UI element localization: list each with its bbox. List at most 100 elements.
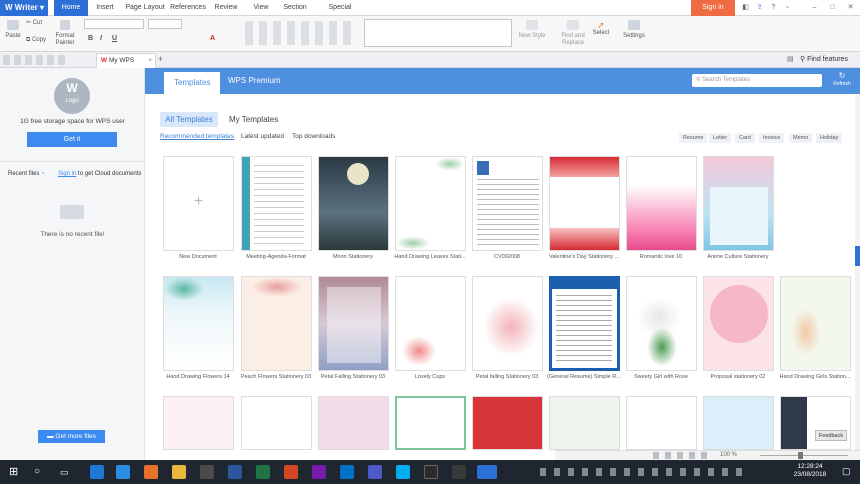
refresh-button[interactable]: ↻ Refresh xyxy=(830,71,854,87)
tag-invoice[interactable]: Invoice xyxy=(759,133,785,143)
template-card[interactable] xyxy=(318,156,389,251)
tab-references[interactable]: References xyxy=(168,0,208,16)
template-card[interactable] xyxy=(163,396,234,450)
find-replace-button[interactable]: Find and Replace xyxy=(558,20,588,47)
template-card[interactable] xyxy=(626,396,697,450)
format-painter-button[interactable]: Format Painter xyxy=(54,20,76,47)
tab-templates[interactable]: Templates xyxy=(164,72,221,94)
template-card[interactable] xyxy=(395,156,466,251)
tab-all-templates[interactable]: All Templates xyxy=(160,112,218,127)
tab-view[interactable]: View xyxy=(248,0,274,16)
zoom-slider[interactable] xyxy=(760,452,848,459)
copy-button[interactable]: ⧉ Copy xyxy=(26,37,46,44)
settings-button[interactable]: Settings xyxy=(620,20,648,40)
template-card[interactable] xyxy=(549,276,620,371)
underline-button[interactable]: U xyxy=(112,35,117,42)
clock[interactable]: 12:28:24 23/08/2018 xyxy=(787,463,833,479)
filter-recommended[interactable]: Recommended templates xyxy=(160,133,234,140)
tag-card[interactable]: Card xyxy=(735,133,755,143)
new-style-button[interactable]: New Style xyxy=(516,20,548,40)
font-size-select[interactable] xyxy=(148,19,182,29)
filter-latest[interactable]: Latest updated xyxy=(241,133,284,140)
template-card[interactable] xyxy=(318,276,389,371)
minimize-icon[interactable]: – xyxy=(810,3,819,12)
cut-button[interactable]: ✂ Cut xyxy=(26,20,42,27)
template-card[interactable] xyxy=(241,156,312,251)
template-card[interactable] xyxy=(549,156,620,251)
paste-button[interactable]: Paste xyxy=(4,20,22,40)
search-templates-input[interactable]: ⚲ Search Templates xyxy=(692,74,822,87)
bold-button[interactable]: B xyxy=(88,35,93,42)
edge-icon[interactable] xyxy=(90,465,104,479)
feedback-button[interactable]: Feedback xyxy=(815,430,847,441)
tab-special-features[interactable]: Special Features xyxy=(314,0,366,27)
excel-icon[interactable] xyxy=(256,465,270,479)
template-card[interactable] xyxy=(780,396,851,450)
zoom-slider-thumb[interactable] xyxy=(798,452,803,459)
get-it-button[interactable]: Get it xyxy=(27,132,117,147)
sign-in-button[interactable]: Sign in xyxy=(691,0,735,16)
filter-top-downloads[interactable]: Top downloads xyxy=(292,133,335,140)
template-card[interactable] xyxy=(241,396,312,450)
tab-page-layout[interactable]: Page Layout xyxy=(124,0,166,16)
new-tab-button[interactable]: + xyxy=(158,54,163,64)
template-card[interactable] xyxy=(626,156,697,251)
template-card[interactable] xyxy=(472,276,543,371)
quick-access-toolbar[interactable] xyxy=(3,55,69,65)
tab-my-wps[interactable]: W My WPS × xyxy=(96,53,156,68)
cloud-signin-link[interactable]: Sign in xyxy=(58,171,76,177)
font-name-select[interactable] xyxy=(84,19,144,29)
skype-icon[interactable] xyxy=(396,465,410,479)
template-card[interactable] xyxy=(703,276,774,371)
system-tray-icons[interactable] xyxy=(540,468,750,476)
view-mode-buttons[interactable] xyxy=(653,452,713,459)
italic-button[interactable]: I xyxy=(100,35,102,42)
tab-wps-premium[interactable]: WPS Premium xyxy=(218,68,290,94)
template-scrollbar[interactable] xyxy=(855,94,860,450)
tag-resume[interactable]: Resume xyxy=(679,133,708,143)
notifications-icon[interactable]: ▢ xyxy=(842,466,851,477)
template-card[interactable] xyxy=(318,396,389,450)
outlook-icon[interactable] xyxy=(340,465,354,479)
template-card[interactable] xyxy=(163,276,234,371)
search-icon[interactable]: ○ xyxy=(34,465,48,479)
store-icon[interactable] xyxy=(200,465,214,479)
notion-icon[interactable] xyxy=(424,465,438,479)
scrollbar-thumb[interactable] xyxy=(855,246,860,266)
template-card[interactable] xyxy=(780,276,851,371)
teams-icon[interactable] xyxy=(368,465,382,479)
tab-review[interactable]: Review xyxy=(210,0,242,16)
close-window-icon[interactable]: ✕ xyxy=(846,3,855,12)
skin-icon[interactable]: ◧ xyxy=(741,3,750,12)
windows-start-icon[interactable]: ⊞ xyxy=(9,465,23,479)
tab-home[interactable]: Home xyxy=(54,0,88,16)
tab-section[interactable]: Section xyxy=(280,0,310,16)
menu-icon[interactable]: ▤ xyxy=(787,55,794,63)
get-more-files-button[interactable]: ▬ Get more files xyxy=(38,430,105,443)
word-icon[interactable] xyxy=(228,465,242,479)
app-menu-button[interactable]: W Writer ▾ xyxy=(0,0,48,16)
share-icon[interactable]: ⇪ xyxy=(755,3,764,12)
app-icon[interactable] xyxy=(452,465,466,479)
template-card[interactable] xyxy=(472,156,543,251)
template-card[interactable] xyxy=(549,396,620,450)
template-card[interactable] xyxy=(703,156,774,251)
template-card[interactable] xyxy=(395,276,466,371)
close-tab-icon[interactable]: × xyxy=(148,54,152,68)
file-explorer-icon[interactable] xyxy=(172,465,186,479)
paragraph-tools[interactable] xyxy=(245,21,355,45)
tag-memo[interactable]: Memo xyxy=(789,133,813,143)
tag-letter[interactable]: Letter xyxy=(709,133,732,143)
maximize-icon[interactable]: □ xyxy=(828,3,837,12)
ie-icon[interactable] xyxy=(116,465,130,479)
tag-holiday[interactable]: Holiday xyxy=(816,133,843,143)
wps-writer-taskbar-icon[interactable] xyxy=(477,465,497,479)
avatar[interactable]: W Logo xyxy=(54,78,90,114)
new-document-card[interactable]: + xyxy=(163,156,234,251)
template-card[interactable] xyxy=(472,396,543,450)
find-features-button[interactable]: ⚲ Find features xyxy=(800,55,848,63)
template-card[interactable] xyxy=(703,396,774,450)
template-card[interactable] xyxy=(626,276,697,371)
tab-insert[interactable]: Insert xyxy=(90,0,120,16)
tab-my-templates[interactable]: My Templates xyxy=(229,112,278,127)
